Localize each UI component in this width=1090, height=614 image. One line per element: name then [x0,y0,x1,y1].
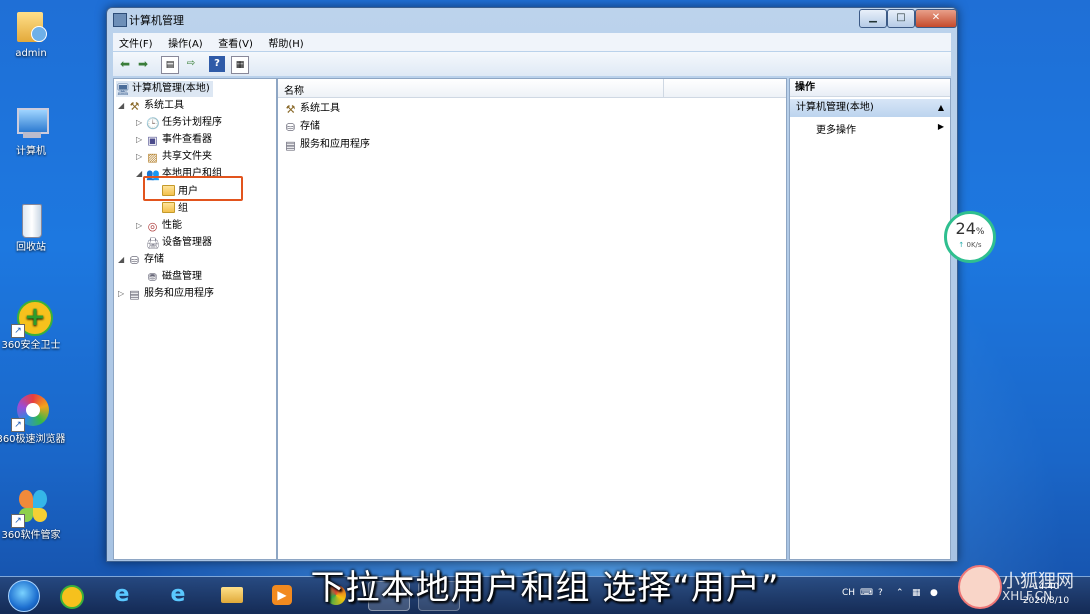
expand-arrow-icon[interactable]: ▷ [118,286,128,302]
column-header-name[interactable]: 名称 [278,79,786,98]
navigation-tree: 🖥 计算机管理(本地) ◢ ⚒ 系统工具 ▷ 🕒 任务计划程序 ▷ ▣ 事件查看器 ▷ ▨ 共享文… [113,78,277,560]
collapse-arrow-icon[interactable]: ◢ [118,252,128,268]
submenu-arrow-icon: ▶ [937,122,944,131]
expand-arrow-icon[interactable]: ▷ [136,115,146,131]
watermark-url: XHLF.CN [1002,589,1053,603]
desktop-icon-computer[interactable]: 计算机 [0,104,66,158]
network-speed-meter[interactable]: 24% ↑ 0K/s [944,211,996,263]
help-icon[interactable]: ? [209,56,225,72]
services-icon: ▤ [129,288,140,301]
event-viewer-icon: ▣ [147,134,158,147]
upload-arrow-icon: ↑ [958,241,965,249]
device-manager-icon: 🖨 [146,237,160,250]
tree-item-shared-folders[interactable]: ▷ ▨ 共享文件夹 [136,149,212,165]
tree-item-groups[interactable]: 组 [162,201,188,217]
menu-bar: 文件(F) 操作(A) 查看(V) 帮助(H) [113,33,951,51]
expand-arrow-icon[interactable]: ▷ [136,149,146,165]
computer-management-icon: 🖥 [116,83,130,96]
video-subtitle: 下拉本地用户和组 选择“用户” [310,568,780,608]
clock-icon: 🕒 [146,117,160,130]
actions-pane: 操作 计算机管理(本地) ▲ 更多操作 ▶ [789,78,951,560]
maximize-button[interactable]: □ [887,9,915,28]
tree-item-system-tools[interactable]: ◢ ⚒ 系统工具 [118,98,184,114]
expand-arrow-icon[interactable]: ▷ [136,218,146,234]
toolbar: ⬅ ➡ ▤ ⇨ ? ▦ [113,52,951,76]
menu-view[interactable]: 查看(V) [212,33,259,52]
net-percent: 24 [955,219,976,238]
storage-icon: ⛁ [285,121,296,134]
column-separator[interactable] [663,79,664,97]
tree-item-task-scheduler[interactable]: ▷ 🕒 任务计划程序 [136,115,222,131]
watermark: 小狐狸网 XHLF.CN [958,565,1088,610]
tree-item-services-apps[interactable]: ▷ ▤ 服务和应用程序 [118,286,214,302]
back-arrow-icon[interactable]: ⬅ [117,56,133,72]
tools-icon: ⚒ [129,100,140,113]
menu-file[interactable]: 文件(F) [113,33,159,52]
title-bar[interactable]: 计算机管理 ▁ □ ✕ [107,8,957,32]
360-safe-icon: + ↗ [11,298,53,338]
shortcut-arrow-icon: ↗ [11,514,25,528]
minimize-button[interactable]: ▁ [859,9,887,28]
desktop-icon-360-safe[interactable]: + ↗ 360安全卫士 [0,298,66,352]
storage-icon: ⛁ [129,254,140,267]
tree-item-root[interactable]: 🖥 计算机管理(本地) [116,81,213,97]
forward-arrow-icon[interactable]: ➡ [135,56,151,72]
360-software-icon: ↗ [11,488,51,528]
computer-management-window: 计算机管理 ▁ □ ✕ 文件(F) 操作(A) 查看(V) 帮助(H) ⬅ ➡ … [106,7,958,562]
list-item[interactable]: ⛁ 存储 [284,119,320,135]
disk-icon: ⛃ [147,271,158,284]
desktop-icon-label: 回收站 [16,242,46,253]
actions-section-computer-management[interactable]: 计算机管理(本地) ▲ [790,99,950,117]
tree-item-storage[interactable]: ◢ ⛁ 存储 [118,252,164,268]
services-icon: ▤ [285,139,296,152]
menu-help[interactable]: 帮助(H) [262,33,309,52]
highlight-box [143,176,243,201]
shared-folder-icon: ▨ [147,151,158,164]
performance-icon: ◎ [147,220,158,233]
tree-item-disk-management[interactable]: ⛃ 磁盘管理 [146,269,202,285]
export-list-icon[interactable]: ⇨ [183,56,199,72]
desktop-icon-label: 计算机 [16,146,46,157]
computer-icon [11,104,51,144]
desktop-icon-label: 360软件管家 [1,530,61,541]
desktop-icon-360-browser[interactable]: ↗ 360极速浏览器 [0,392,66,446]
tools-icon: ⚒ [285,103,296,116]
tree-item-device-manager[interactable]: 🖨 设备管理器 [146,235,212,251]
net-percent-unit: % [975,227,985,237]
desktop-icon-360-software[interactable]: ↗ 360软件管家 [0,488,66,542]
window-title: 计算机管理 [129,14,184,27]
desktop-icon-admin[interactable]: admin [0,6,66,60]
show-hide-tree-icon[interactable]: ▤ [161,56,179,74]
user-folder-icon [11,6,51,46]
shortcut-arrow-icon: ↗ [11,418,25,432]
close-button[interactable]: ✕ [915,9,957,28]
desktop-icon-label: admin [15,48,47,59]
computer-management-icon [113,13,127,27]
show-action-pane-icon[interactable]: ▦ [231,56,249,74]
list-item[interactable]: ⚒ 系统工具 [284,101,340,117]
recycle-bin-icon [11,200,51,240]
menu-action[interactable]: 操作(A) [162,33,209,52]
desktop-icon-recycle-bin[interactable]: 回收站 [0,200,66,254]
collapse-up-icon[interactable]: ▲ [938,99,944,117]
tree-item-event-viewer[interactable]: ▷ ▣ 事件查看器 [136,132,212,148]
desktop-icon-label: 360极速浏览器 [0,434,66,445]
tree-item-performance[interactable]: ▷ ◎ 性能 [136,218,182,234]
list-item[interactable]: ▤ 服务和应用程序 [284,137,370,153]
actions-header: 操作 [790,79,950,97]
folder-icon [162,202,175,213]
fox-logo-icon [958,565,1002,609]
content-list: 名称 ⚒ 系统工具 ⛁ 存储 ▤ 服务和应用程序 [277,78,787,560]
net-speed: 0K/s [966,241,982,249]
desktop-icon-label: 360安全卫士 [1,340,61,351]
shortcut-arrow-icon: ↗ [11,324,25,338]
more-actions-link[interactable]: 更多操作 [816,121,856,136]
expand-arrow-icon[interactable]: ▷ [136,132,146,148]
collapse-arrow-icon[interactable]: ◢ [118,98,128,114]
360-browser-icon: ↗ [11,392,51,432]
